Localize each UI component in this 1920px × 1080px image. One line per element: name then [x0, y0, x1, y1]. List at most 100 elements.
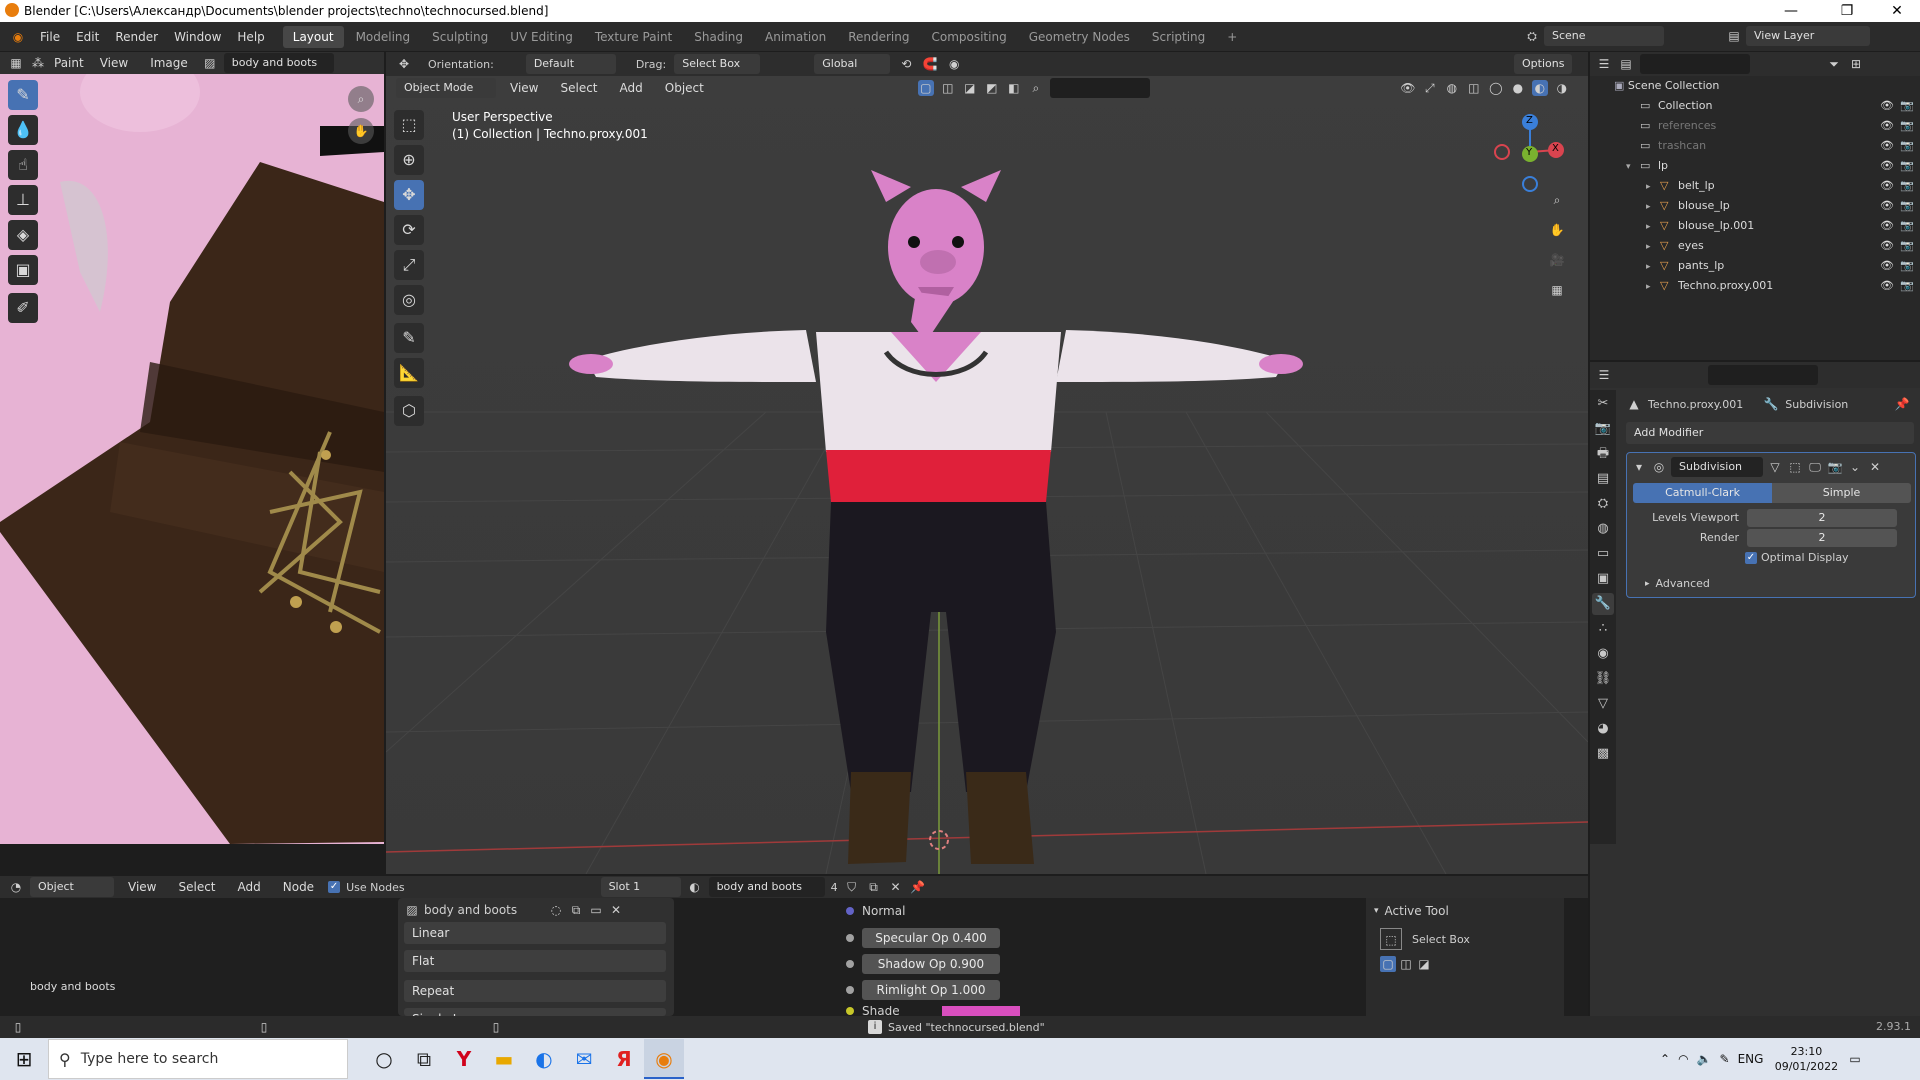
view-layer-name[interactable]: View Layer: [1746, 26, 1870, 46]
image-browse-icon[interactable]: ▨: [404, 902, 420, 918]
windows-start-icon[interactable]: ⊞: [0, 1039, 48, 1079]
modifier-tab-icon[interactable]: 🔧: [1592, 593, 1614, 615]
new-material-icon[interactable]: ⧉: [866, 879, 882, 895]
file-explorer-icon[interactable]: ▬: [484, 1039, 524, 1079]
outliner-item[interactable]: ▭ Collection 👁 📷: [1590, 96, 1920, 116]
editor-type-icon[interactable]: ▦: [8, 55, 24, 71]
visibility-eye-icon[interactable]: 👁: [1880, 236, 1894, 256]
modifier-name-field[interactable]: Subdivision: [1671, 457, 1763, 477]
material-browse-icon[interactable]: ◐: [687, 879, 703, 895]
shadow-slider[interactable]: Shadow Op 0.900: [862, 954, 1000, 974]
optimal-display-checkbox[interactable]: ✓: [1745, 551, 1757, 564]
zoom-icon[interactable]: ⌕: [348, 86, 374, 112]
maximize-button[interactable]: ❐: [1824, 0, 1870, 22]
visibility-eye-icon[interactable]: 👁: [1880, 136, 1894, 156]
select-box-icon[interactable]: ⬚: [1380, 928, 1402, 950]
outliner-editor-type-icon[interactable]: ☰: [1596, 56, 1612, 72]
material-tab-icon[interactable]: ◕: [1592, 718, 1614, 740]
shade-socket[interactable]: [846, 1007, 854, 1015]
rendered-shading-icon[interactable]: ◑: [1554, 80, 1570, 96]
normal-socket[interactable]: [846, 907, 854, 915]
measure-tool[interactable]: 📐: [394, 358, 424, 388]
image-name-field[interactable]: body and boots: [223, 53, 334, 73]
expand-chevron-icon[interactable]: ▸: [1646, 177, 1660, 197]
outliner-item[interactable]: ▭ references 👁 📷: [1590, 116, 1920, 136]
outliner-item[interactable]: ▸ ▽ belt_lp 👁 📷: [1590, 176, 1920, 196]
rimlight-slider[interactable]: Rimlight Op 1.000: [862, 980, 1000, 1000]
xray-toggle-icon[interactable]: ◫: [1466, 80, 1482, 96]
outliner-item[interactable]: ▸ ▽ blouse_lp 👁 📷: [1590, 196, 1920, 216]
move-tool[interactable]: ✥: [394, 180, 424, 210]
image-image-menu[interactable]: Image: [142, 51, 196, 75]
outliner-item[interactable]: ▾ ▭ lp 👁 📷: [1590, 156, 1920, 176]
add-modifier-dropdown[interactable]: Add Modifier: [1626, 422, 1914, 444]
pivot-point-icon[interactable]: ⟲: [898, 56, 914, 72]
yandex-icon[interactable]: Я: [604, 1039, 644, 1079]
object-tab-icon[interactable]: ▣: [1592, 568, 1614, 590]
annotate-tool[interactable]: ✐: [8, 293, 38, 323]
display-mode-icon[interactable]: ▤: [1618, 56, 1634, 72]
material-name-field[interactable]: body and boots: [708, 877, 825, 897]
snap-icon[interactable]: 🧲: [922, 56, 938, 72]
mode-subtract-icon[interactable]: ◪: [1416, 956, 1432, 972]
outliner-item[interactable]: ▸ ▽ eyes 👁 📷: [1590, 236, 1920, 256]
render-camera-icon[interactable]: 📷: [1900, 136, 1914, 156]
new-collection-icon[interactable]: ⊞: [1848, 56, 1864, 72]
expand-chevron-icon[interactable]: ▾: [1626, 157, 1640, 177]
shader-type-dropdown[interactable]: Object: [30, 877, 114, 897]
notification-icon[interactable]: ▭: [1849, 1052, 1860, 1066]
visibility-eye-icon[interactable]: 👁: [1880, 256, 1894, 276]
shader-select-menu[interactable]: Select: [170, 875, 223, 899]
select-mode-extend-icon[interactable]: ◫: [940, 80, 956, 96]
constraints-tab-icon[interactable]: ⛓: [1592, 668, 1614, 690]
catmull-clark-button[interactable]: Catmull-Clark: [1633, 483, 1772, 503]
viewport-add-menu[interactable]: Add: [612, 76, 651, 100]
projection-dropdown[interactable]: Flat: [404, 950, 666, 972]
world-tab-icon[interactable]: ◍: [1592, 518, 1614, 540]
network-icon[interactable]: ◠: [1678, 1052, 1688, 1066]
render-camera-icon[interactable]: 📷: [1900, 156, 1914, 176]
filter-icon[interactable]: ⏷: [1826, 56, 1842, 72]
tab-shading[interactable]: Shading: [684, 26, 753, 48]
material-shading-icon[interactable]: ◐: [1531, 80, 1548, 96]
close-button[interactable]: ✕: [1874, 0, 1920, 22]
unlink-material-icon[interactable]: ✕: [888, 879, 904, 895]
blender-taskbar-icon[interactable]: ◉: [644, 1039, 684, 1079]
interpolation-dropdown[interactable]: Linear: [404, 922, 666, 944]
shade-color-swatch[interactable]: [941, 1006, 1020, 1016]
shadow-socket[interactable]: [846, 960, 854, 968]
tab-compositing[interactable]: Compositing: [921, 26, 1016, 48]
task-view-icon[interactable]: ⧉: [404, 1039, 444, 1079]
volume-icon[interactable]: 🔈: [1697, 1052, 1712, 1066]
levels-viewport-slider[interactable]: 2: [1747, 509, 1897, 527]
visibility-eye-icon[interactable]: 👁: [1880, 196, 1894, 216]
output-tab-icon[interactable]: 🖶: [1592, 443, 1614, 465]
source-dropdown[interactable]: Single Image: [404, 1008, 666, 1016]
render-camera-icon[interactable]: 📷: [1900, 196, 1914, 216]
pin-icon[interactable]: 📌: [1894, 396, 1910, 412]
edge-browser-icon[interactable]: ◐: [524, 1039, 564, 1079]
menu-render[interactable]: Render: [107, 25, 166, 49]
wireframe-shading-icon[interactable]: ◯: [1488, 80, 1504, 96]
move-tool-icon[interactable]: ✥: [396, 56, 412, 72]
selection-mode-icon[interactable]: ▢: [917, 80, 934, 96]
menu-window[interactable]: Window: [166, 25, 229, 49]
tab-uv-editing[interactable]: UV Editing: [500, 26, 583, 48]
render-camera-icon[interactable]: 📷: [1900, 116, 1914, 136]
edit-mode-icon[interactable]: ⬚: [1787, 459, 1803, 475]
ortho-toggle-icon[interactable]: ▦: [1549, 282, 1565, 298]
viewport-search-icon[interactable]: ⌕: [1028, 80, 1044, 96]
physics-tab-icon[interactable]: ◉: [1592, 643, 1614, 665]
viewport-display-icon[interactable]: 🖵: [1807, 459, 1823, 475]
render-tab-icon[interactable]: 📷: [1592, 418, 1614, 440]
modifier-dropdown-icon[interactable]: ⌄: [1847, 459, 1863, 475]
annotate-tool-3d[interactable]: ✎: [394, 323, 424, 353]
advanced-subpanel[interactable]: ▸ Advanced: [1645, 577, 1710, 590]
on-cage-icon[interactable]: ▽: [1767, 459, 1783, 475]
use-nodes-checkbox[interactable]: ✓: [328, 881, 341, 893]
drag-dropdown[interactable]: Select Box: [674, 54, 761, 74]
properties-editor-type-icon[interactable]: ☰: [1596, 367, 1612, 383]
outliner-item[interactable]: ▸ ▽ blouse_lp.001 👁 📷: [1590, 216, 1920, 236]
outliner-item[interactable]: ▸ ▽ pants_lp 👁 📷: [1590, 256, 1920, 276]
orientation-dropdown[interactable]: Default: [525, 54, 616, 74]
